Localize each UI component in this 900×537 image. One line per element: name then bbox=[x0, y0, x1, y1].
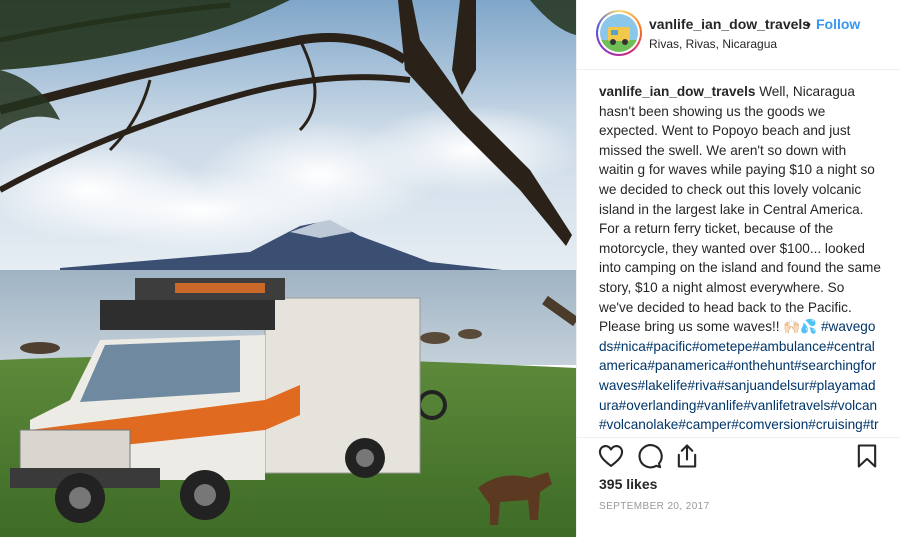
share-icon[interactable] bbox=[673, 442, 701, 470]
caption-text: Well, Nicaragua hasn't been showing us t… bbox=[599, 84, 881, 335]
caption-hashtags[interactable]: #wavegods#nica#pacific#ometepe#ambulance… bbox=[599, 319, 879, 437]
post-sidebar: vanlife_ian_dow_travels • Follow Rivas, … bbox=[576, 0, 900, 537]
caption: vanlife_ian_dow_travels Well, Nicaragua … bbox=[599, 82, 881, 437]
post-header: vanlife_ian_dow_travels • Follow Rivas, … bbox=[577, 0, 900, 70]
follow-button[interactable]: Follow bbox=[816, 16, 860, 32]
avatar-image bbox=[600, 14, 638, 52]
likes-count[interactable]: 395 likes bbox=[599, 476, 657, 492]
username-link[interactable]: vanlife_ian_dow_travels bbox=[649, 16, 810, 32]
avatar[interactable] bbox=[596, 10, 642, 56]
caption-username-link[interactable]: vanlife_ian_dow_travels bbox=[599, 84, 755, 99]
post-date: SEPTEMBER 20, 2017 bbox=[599, 501, 710, 512]
post-actions: 395 likes SEPTEMBER 20, 2017 bbox=[577, 437, 900, 537]
photo-image bbox=[0, 0, 576, 537]
post-photo[interactable] bbox=[0, 0, 576, 537]
comment-icon[interactable] bbox=[635, 442, 663, 470]
location-link[interactable]: Rivas, Rivas, Nicaragua bbox=[649, 37, 777, 51]
bookmark-icon[interactable] bbox=[853, 442, 881, 470]
separator-dot: • bbox=[806, 16, 811, 32]
heart-icon[interactable] bbox=[597, 442, 625, 470]
